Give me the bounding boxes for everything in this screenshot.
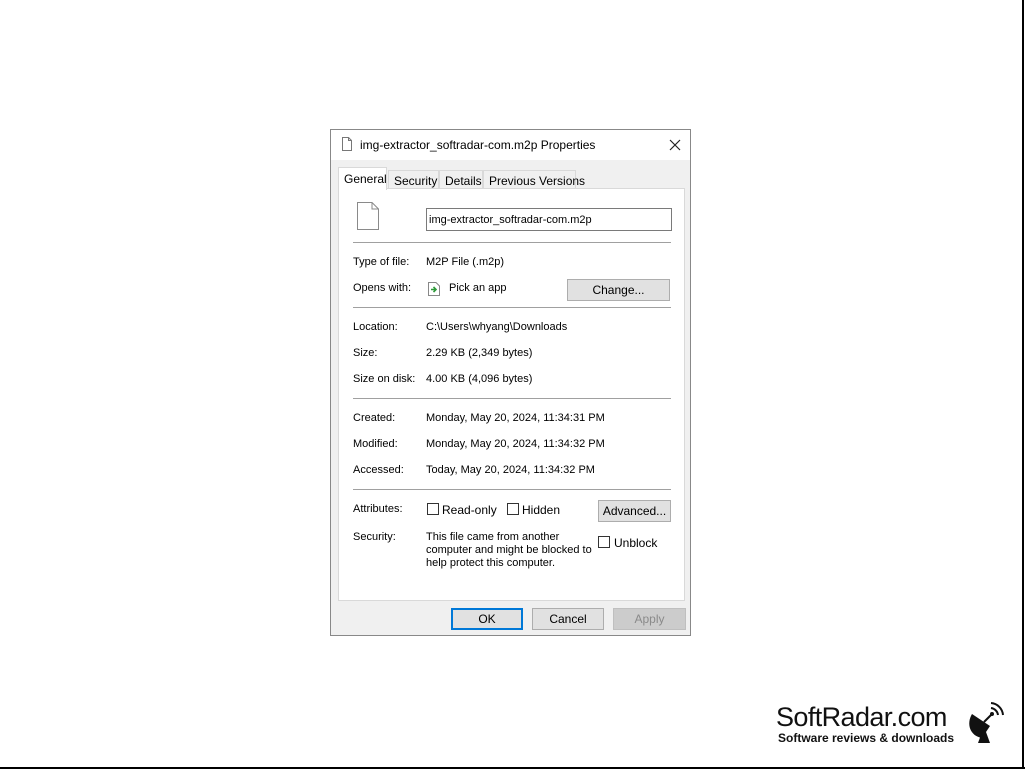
satellite-dish-icon: [969, 702, 1004, 743]
separator: [353, 489, 671, 490]
ok-button[interactable]: OK: [451, 608, 523, 630]
accessed-value: Today, May 20, 2024, 11:34:32 PM: [426, 464, 595, 476]
size-on-disk-label: Size on disk:: [353, 373, 416, 385]
security-text-line: This file came from another: [426, 531, 560, 543]
screen-edge-right: [1022, 0, 1024, 769]
created-value: Monday, May 20, 2024, 11:34:31 PM: [426, 412, 605, 424]
document-icon: [357, 202, 379, 230]
file-name-field[interactable]: [426, 208, 672, 231]
dialog-title: img-extractor_softradar-com.m2p Properti…: [360, 138, 596, 152]
general-panel: Type of file: M2P File (.m2p) Opens with…: [338, 188, 685, 601]
watermark-subtitle: Software reviews & downloads: [778, 731, 955, 745]
type-of-file-label: Type of file:: [353, 256, 410, 268]
separator: [353, 242, 671, 243]
modified-value: Monday, May 20, 2024, 11:34:32 PM: [426, 438, 605, 450]
hidden-checkbox[interactable]: [507, 503, 519, 515]
tab-security[interactable]: Security: [388, 170, 439, 189]
unblock-label[interactable]: Unblock: [614, 536, 657, 550]
cancel-button[interactable]: Cancel: [532, 608, 604, 630]
change-button[interactable]: Change...: [567, 279, 670, 301]
tab-details[interactable]: Details: [439, 170, 483, 189]
separator: [353, 398, 671, 399]
location-label: Location:: [353, 321, 398, 333]
watermark-title: SoftRadar.com: [776, 702, 947, 732]
attributes-label: Attributes:: [353, 503, 403, 515]
title-bar[interactable]: img-extractor_softradar-com.m2p Properti…: [331, 130, 690, 160]
tab-general[interactable]: General: [338, 167, 387, 190]
file-icon: [342, 137, 352, 151]
advanced-button[interactable]: Advanced...: [598, 500, 671, 522]
opens-with-label: Opens with:: [353, 282, 412, 294]
apply-button[interactable]: Apply: [613, 608, 686, 630]
created-label: Created:: [353, 412, 396, 424]
opens-with-value[interactable]: Pick an app: [449, 282, 506, 294]
read-only-checkbox[interactable]: [427, 503, 439, 515]
size-on-disk-value: 4.00 KB (4,096 bytes): [426, 373, 533, 385]
security-text-line: computer and might be blocked to: [426, 544, 592, 556]
separator: [353, 307, 671, 308]
security-label: Security:: [353, 531, 396, 543]
hidden-label[interactable]: Hidden: [522, 503, 560, 517]
tab-previous-versions[interactable]: Previous Versions: [483, 170, 585, 189]
pick-app-icon: [428, 282, 440, 296]
properties-dialog: img-extractor_softradar-com.m2p Properti…: [330, 129, 691, 636]
read-only-label[interactable]: Read-only: [442, 503, 497, 517]
size-label: Size:: [353, 347, 378, 359]
unblock-checkbox[interactable]: [598, 536, 610, 548]
accessed-label: Accessed:: [353, 464, 404, 476]
security-text-line: help protect this computer.: [426, 557, 556, 569]
size-value: 2.29 KB (2,349 bytes): [426, 347, 533, 359]
type-of-file-value: M2P File (.m2p): [426, 256, 505, 268]
location-value: C:\Users\whyang\Downloads: [426, 321, 568, 333]
close-icon[interactable]: [662, 132, 688, 158]
modified-label: Modified:: [353, 438, 398, 450]
softradar-watermark: SoftRadar.com Software reviews & downloa…: [776, 702, 1004, 748]
